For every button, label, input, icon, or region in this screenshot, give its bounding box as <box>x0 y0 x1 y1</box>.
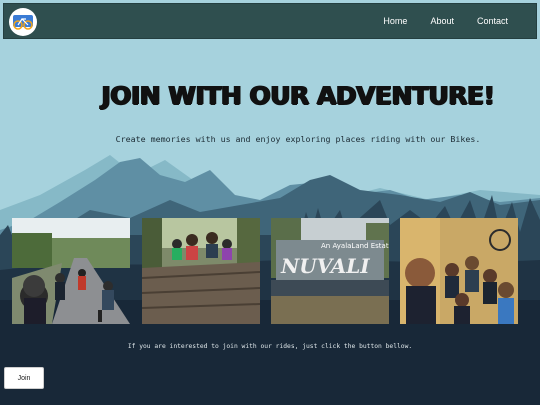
nuvali-sign-text: NUVALI <box>280 254 370 278</box>
group-rest-photo[interactable] <box>142 218 260 324</box>
nuvali-sign-photo[interactable]: An AyalaLand Estate NUVALI <box>271 218 389 324</box>
join-button[interactable]: Join <box>4 367 44 389</box>
join-cta-text: If you are interested to join with our r… <box>127 343 413 350</box>
nuvali-caption: An AyalaLand Estate <box>321 242 389 250</box>
road-cyclists-photo[interactable] <box>12 218 130 324</box>
group-selfie-photo[interactable] <box>400 218 518 324</box>
